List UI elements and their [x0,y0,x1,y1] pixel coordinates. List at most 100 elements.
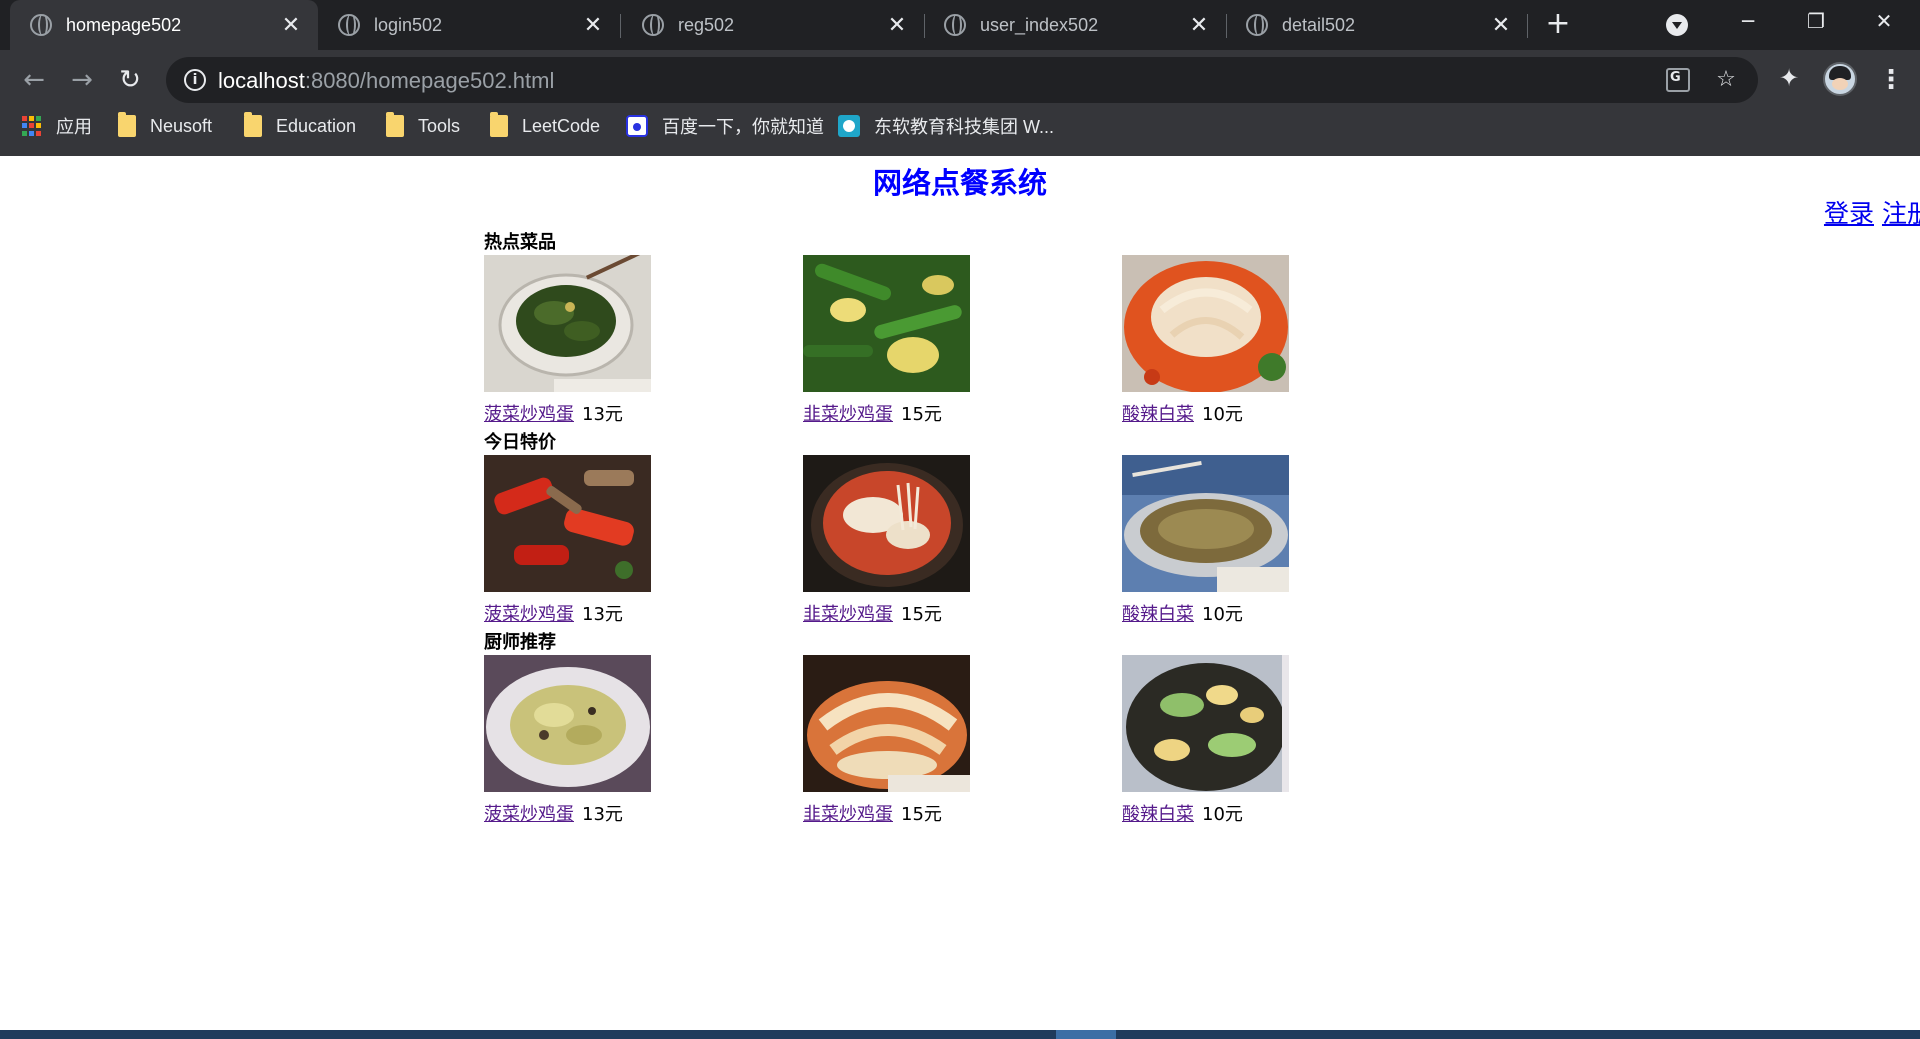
bookmark-neusoft[interactable]: Neusoft [118,108,212,144]
apps-grid-icon [22,116,42,136]
browser-menu-icon[interactable]: ⋮ [1878,62,1904,98]
bookmark-apps[interactable]: 应用 [22,108,92,144]
tab-label: login502 [374,14,443,35]
tab-homepage502[interactable]: homepage502 ✕ [10,0,318,50]
dish-caption: 韭菜炒鸡蛋 15元 [803,600,1043,626]
bookmark-tools[interactable]: Tools [386,108,460,144]
back-button[interactable]: ← [16,62,52,98]
dish-card: 韭菜炒鸡蛋 15元 [803,455,1043,626]
folder-icon [244,112,262,137]
close-tab-icon[interactable]: ✕ [1184,12,1214,38]
site-info-icon[interactable]: i [184,69,206,91]
folder-icon [118,112,136,137]
bookmark-label: Education [276,115,357,136]
tab-label: detail502 [1282,14,1356,35]
minimize-button[interactable]: ─ [1718,0,1778,42]
register-link[interactable]: 注册 [1882,199,1920,228]
dish-caption: 菠菜炒鸡蛋 13元 [484,800,724,826]
window-close-button[interactable]: ✕ [1854,0,1914,42]
bookmark-leetcode[interactable]: LeetCode [490,108,600,144]
dish-card: 菠菜炒鸡蛋 13元 [484,455,724,626]
tab-separator [620,14,621,38]
tab-strip: homepage502 ✕ login502 ✕ reg502 ✕ user_i… [0,0,1920,50]
forward-button[interactable]: → [64,62,100,98]
dish-name-link[interactable]: 菠菜炒鸡蛋 [484,804,574,825]
cabbage-plate-photo[interactable] [484,655,651,792]
mushroom-soup-photo[interactable] [803,455,970,592]
dish-name-link[interactable]: 菠菜炒鸡蛋 [484,604,574,625]
dish-card: 酸辣白菜 10元 [1122,255,1362,426]
url-host: localhost [218,68,305,93]
dish-price: 13元 [582,404,623,425]
globe-icon [338,14,360,36]
dish-name-link[interactable]: 菠菜炒鸡蛋 [484,404,574,425]
spinach-eggs-photo[interactable] [484,255,651,392]
login-link[interactable]: 登录 [1824,199,1874,228]
bookmark-star-icon[interactable]: ☆ [1712,66,1740,94]
section-heading-chef-recommend: 厨师推荐 [484,632,556,653]
bookmark-education[interactable]: Education [244,108,356,144]
tab-label: reg502 [678,14,735,35]
dish-caption: 菠菜炒鸡蛋 13元 [484,600,724,626]
dish-name-link[interactable]: 酸辣白菜 [1122,804,1194,825]
globe-icon [30,14,52,36]
new-tab-button[interactable]: + [1540,6,1576,42]
globe-icon [944,14,966,36]
close-tab-icon[interactable]: ✕ [276,12,306,38]
baidu-icon [626,115,648,137]
reload-button[interactable]: ↻ [112,62,148,98]
address-bar[interactable]: i localhost:8080/homepage502.html ☆ [166,57,1758,103]
dish-name-link[interactable]: 韭菜炒鸡蛋 [803,804,893,825]
bookmark-label: 应用 [56,117,92,137]
url-text[interactable]: localhost:8080/homepage502.html [218,68,554,94]
close-tab-icon[interactable]: ✕ [578,12,608,38]
dish-name-link[interactable]: 酸辣白菜 [1122,404,1194,425]
dish-name-link[interactable]: 韭菜炒鸡蛋 [803,404,893,425]
dish-price: 15元 [901,804,942,825]
dish-price: 13元 [582,804,623,825]
bookmark-label: Tools [418,115,461,136]
close-tab-icon[interactable]: ✕ [882,12,912,38]
extensions-icon[interactable]: ✦ [1775,64,1803,92]
fish-soup-photo[interactable] [1122,455,1289,592]
pickled-cabbage-photo[interactable] [803,655,970,792]
pepper-stirfry-photo[interactable] [484,455,651,592]
tab-label: user_index502 [980,14,1099,35]
folder-icon [490,112,508,137]
dish-card: 菠菜炒鸡蛋 13元 [484,255,724,426]
tab-user-index502[interactable]: user_index502 ✕ [924,0,1226,50]
bookmark-label: 东软教育科技集团 W... [874,117,1054,137]
dish-caption: 酸辣白菜 10元 [1122,400,1362,426]
dish-caption: 韭菜炒鸡蛋 15元 [803,400,1043,426]
url-path: :8080/homepage502.html [304,68,555,93]
dish-price: 13元 [582,604,623,625]
dish-price: 10元 [1202,604,1243,625]
dish-caption: 韭菜炒鸡蛋 15元 [803,800,1043,826]
bookmark-label: LeetCode [522,115,601,136]
restore-button[interactable]: ❐ [1786,0,1846,42]
dish-caption: 酸辣白菜 10元 [1122,600,1362,626]
tab-reg502[interactable]: reg502 ✕ [622,0,924,50]
dish-price: 10元 [1202,804,1243,825]
profile-avatar[interactable] [1823,62,1857,96]
taskbar-active-app[interactable] [1056,1030,1116,1039]
dish-name-link[interactable]: 酸辣白菜 [1122,604,1194,625]
dish-name-link[interactable]: 韭菜炒鸡蛋 [803,604,893,625]
spicy-cabbage-photo[interactable] [1122,255,1289,392]
tab-separator [1527,14,1528,38]
dish-card: 酸辣白菜 10元 [1122,455,1362,626]
tab-login502[interactable]: login502 ✕ [318,0,620,50]
tab-detail502[interactable]: detail502 ✕ [1226,0,1528,50]
auth-links: 登录 注册 [1816,194,1920,230]
tab-label: homepage502 [66,14,182,35]
dish-price: 10元 [1202,404,1243,425]
bookmark-label: 百度一下，你就知道 [662,117,824,137]
cucumber-fungus-photo[interactable] [1122,655,1289,792]
translate-icon[interactable] [1666,68,1690,92]
bookmark-baidu[interactable]: 百度一下，你就知道 [626,108,824,144]
tab-search-icon[interactable] [1666,14,1688,36]
globe-icon [1246,14,1268,36]
bookmark-neusoft-education[interactable]: 东软教育科技集团 W... [838,108,1054,144]
chive-eggs-photo[interactable] [803,255,970,392]
close-tab-icon[interactable]: ✕ [1486,12,1516,38]
